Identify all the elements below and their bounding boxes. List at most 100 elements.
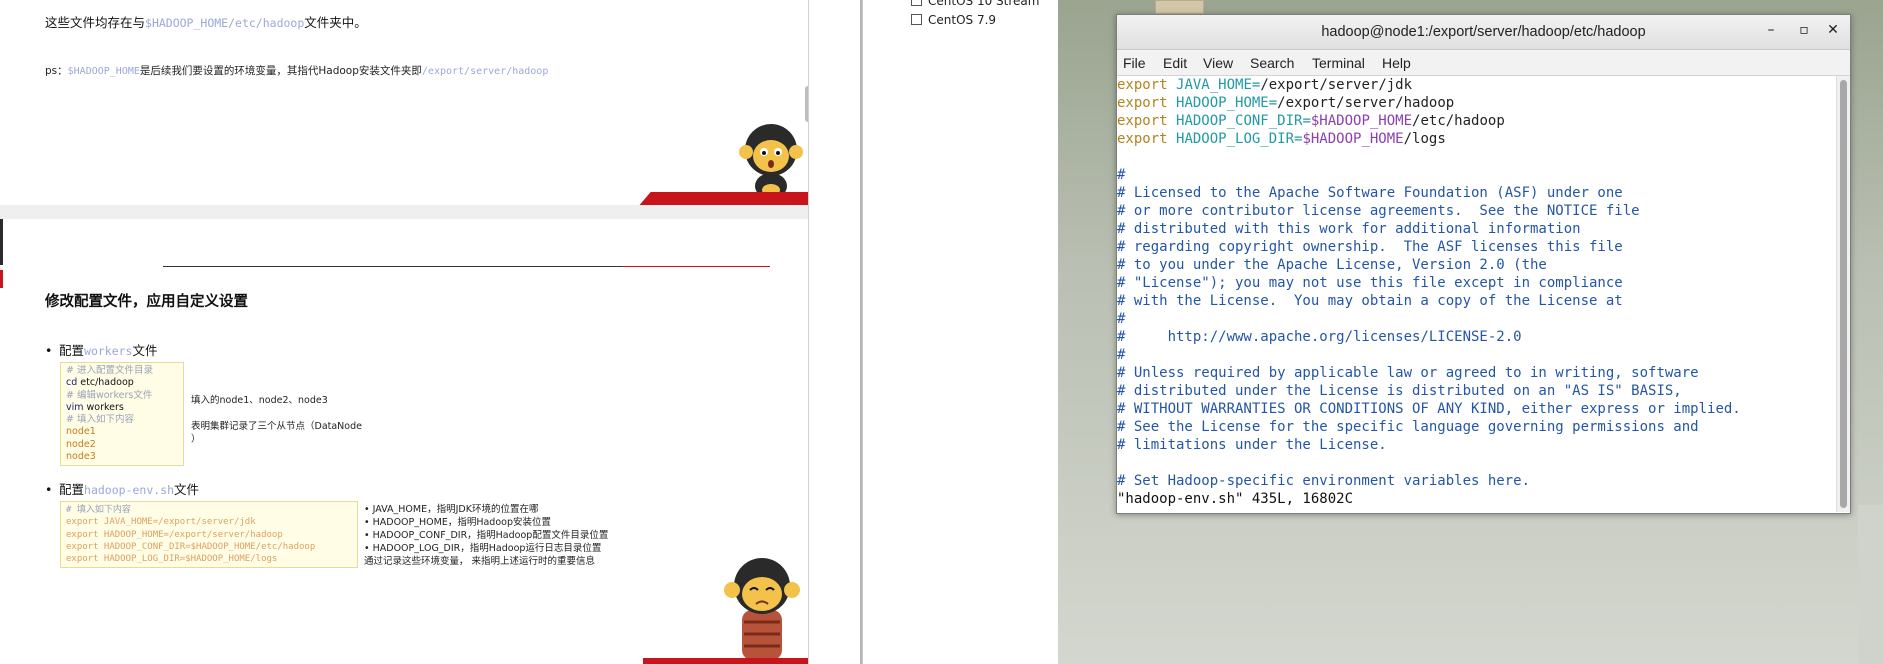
- code-token: node3: [66, 451, 96, 463]
- vm-list-panel: CentOS 10 Stream CentOS 7.9: [862, 0, 1059, 664]
- terminal-token: export: [1117, 113, 1168, 129]
- bullet-hadoop-env: • 配置hadoop-env.sh文件: [45, 479, 199, 498]
- background-window-edge: [1155, 0, 1204, 14]
- slide2-left-bar: [0, 219, 3, 265]
- terminal-token: /export/server/hadoop: [1277, 95, 1455, 111]
- terminal-token: HADOOP_CONF_DIR=: [1176, 113, 1311, 129]
- terminal-token: export: [1117, 131, 1168, 147]
- code-line: cd etc/hadoop: [66, 377, 178, 389]
- workers-note-line1: 填入的node1、node2、node3: [191, 395, 328, 406]
- ps-prefix: ps：: [45, 65, 68, 77]
- workers-note: 填入的node1、node2、node3 表明集群记录了三个从节点（DataNo…: [191, 394, 391, 446]
- terminal-comment-line: # or more contributor license agreements…: [1117, 203, 1640, 219]
- code-token: node1: [66, 426, 96, 438]
- menu-search[interactable]: Search: [1250, 55, 1294, 71]
- terminal-token: /etc/hadoop: [1412, 113, 1505, 129]
- pane-gutter: [808, 0, 863, 664]
- terminal-token: JAVA_HOME=: [1176, 77, 1261, 93]
- terminal-token: $HADOOP_HOME: [1302, 131, 1404, 147]
- ps-code2: /export/server/hadoop: [421, 66, 549, 77]
- slide1-line1-post: 文件夹中。: [304, 15, 367, 30]
- monkey-mascot-image: [736, 116, 806, 200]
- slide1-ps-line: ps：$HADOOP_HOME是后续我们要设置的环境变量，其指代Hadoop安装…: [45, 63, 548, 78]
- env-note-line: • JAVA_HOME，指明JDK环境的位置在哪: [364, 504, 539, 515]
- bullet2-code: hadoop-env.sh: [84, 483, 175, 497]
- code-token: workers: [83, 401, 124, 413]
- slide1-line1-code: $HADOOP_HOME/etc/hadoop: [145, 16, 305, 30]
- vim-status-line: "hadoop-env.sh" 435L, 16802C: [1117, 491, 1354, 507]
- code-token: cd: [66, 377, 78, 389]
- code-token: # 填入如下内容: [66, 414, 134, 426]
- code-line: # 编辑workers文件: [66, 390, 178, 402]
- bullet2-pre: 配置: [59, 482, 85, 497]
- code-token: node2: [66, 438, 96, 450]
- terminal-line: export HADOOP_LOG_DIR=$HADOOP_HOME/logs: [1117, 130, 1836, 148]
- slide1-line1-pre: 这些文件均存在与: [45, 15, 146, 30]
- slide2-footer-band: [643, 658, 808, 664]
- terminal-comment-line: # regarding copyright ownership. The ASF…: [1117, 239, 1623, 255]
- code-line: export JAVA_HOME=/export/server/jdk: [66, 517, 256, 528]
- workers-note-line3: ）: [191, 434, 201, 445]
- terminal-comment-line: # to you under the Apache License, Versi…: [1117, 257, 1547, 273]
- terminal-token: export: [1117, 77, 1168, 93]
- vm-item-label: CentOS 10 Stream: [928, 0, 1040, 8]
- minimize-button[interactable]: –: [1761, 22, 1781, 38]
- terminal-menubar: File Edit View Search Terminal Help: [1117, 50, 1850, 76]
- terminal-comment-line: # Set Hadoop-specific environment variab…: [1117, 473, 1531, 489]
- terminal-token: export: [1117, 95, 1168, 111]
- ps-code1: $HADOOP_HOME: [67, 66, 140, 77]
- terminal-scrollbar[interactable]: [1836, 76, 1850, 512]
- terminal-comment-line: # WITHOUT WARRANTIES OR CONDITIONS OF AN…: [1117, 401, 1741, 417]
- terminal-comment-line: # http://www.apache.org/licenses/LICENSE…: [1117, 329, 1522, 345]
- code-line: node1: [66, 426, 178, 438]
- terminal-line: export HADOOP_CONF_DIR=$HADOOP_HOME/etc/…: [1117, 112, 1836, 130]
- terminal-content[interactable]: export JAVA_HOME=/export/server/jdk expor…: [1117, 76, 1836, 512]
- code-line: # 进入配置文件目录: [66, 365, 178, 377]
- workers-note-line2: 表明集群记录了三个从节点（DataNode: [191, 421, 362, 432]
- code-line: # 填入如下内容: [66, 414, 178, 426]
- terminal-comment-line: [1117, 454, 1836, 472]
- terminal-comment-line: #: [1117, 167, 1126, 183]
- slide2-left-red: [0, 270, 3, 288]
- menu-help[interactable]: Help: [1382, 55, 1411, 71]
- menu-terminal[interactable]: Terminal: [1312, 55, 1365, 71]
- env-note-line: • HADOOP_LOG_DIR，指明Hadoop运行日志目录位置: [364, 543, 602, 554]
- terminal-scrollbar-thumb[interactable]: [1840, 80, 1847, 508]
- vm-item-centos-10[interactable]: CentOS 10 Stream: [911, 0, 1039, 8]
- bullet1-post: 文件: [132, 343, 158, 358]
- menu-file[interactable]: File: [1123, 55, 1146, 71]
- document-viewer[interactable]: 这些文件均存在与$HADOOP_HOME/etc/hadoop文件夹中。 ps：…: [0, 0, 808, 664]
- slide-separator: [0, 205, 808, 219]
- vm-item-centos-79[interactable]: CentOS 7.9: [911, 13, 996, 27]
- terminal-comment-line: # with the License. You may obtain a cop…: [1117, 293, 1623, 309]
- bullet-dot: •: [45, 482, 53, 497]
- terminal-token: $HADOOP_HOME: [1310, 113, 1413, 129]
- terminal-comment-line: # limitations under the License.: [1117, 437, 1387, 453]
- terminal-window[interactable]: hadoop@node1:/export/server/hadoop/etc/h…: [1116, 14, 1851, 514]
- code-line: # 填入如下内容: [66, 505, 131, 515]
- monkey-mascot-image: [716, 550, 808, 664]
- slide1-line1: 这些文件均存在与$HADOOP_HOME/etc/hadoop文件夹中。: [45, 12, 367, 31]
- menu-edit[interactable]: Edit: [1163, 55, 1187, 71]
- hadoop-env-code-box: # 填入如下内容 export JAVA_HOME=/export/server/…: [60, 501, 358, 568]
- maximize-button[interactable]: ▫: [1794, 22, 1814, 38]
- terminal-comment-line: #: [1117, 347, 1126, 363]
- code-line: export HADOOP_CONF_DIR=$HADOOP_HOME/etc/…: [66, 541, 316, 552]
- env-note-line: • HADOOP_CONF_DIR，指明Hadoop配置文件目录位置: [364, 530, 609, 541]
- desktop-edge-strip: [1858, 505, 1883, 664]
- code-token: etc/hadoop: [77, 377, 134, 389]
- menu-view[interactable]: View: [1203, 55, 1233, 71]
- vm-copy-icon: [911, 0, 922, 6]
- terminal-titlebar[interactable]: hadoop@node1:/export/server/hadoop/etc/h…: [1117, 15, 1850, 50]
- terminal-comment-line: # See the License for the specific langu…: [1117, 419, 1699, 435]
- close-button[interactable]: ✕: [1823, 22, 1843, 38]
- code-line: export HADOOP_HOME=/export/server/hadoop: [66, 529, 283, 540]
- bullet-workers: • 配置workers文件: [45, 340, 158, 359]
- terminal-token: /logs: [1403, 131, 1446, 147]
- slide2-heading: 修改配置文件，应用自定义设置: [45, 294, 248, 310]
- ps-mid: 是后续我们要设置的环境变量，其指代Hadoop安装文件夹即: [139, 65, 422, 77]
- terminal-title: hadoop@node1:/export/server/hadoop/etc/h…: [1321, 24, 1646, 40]
